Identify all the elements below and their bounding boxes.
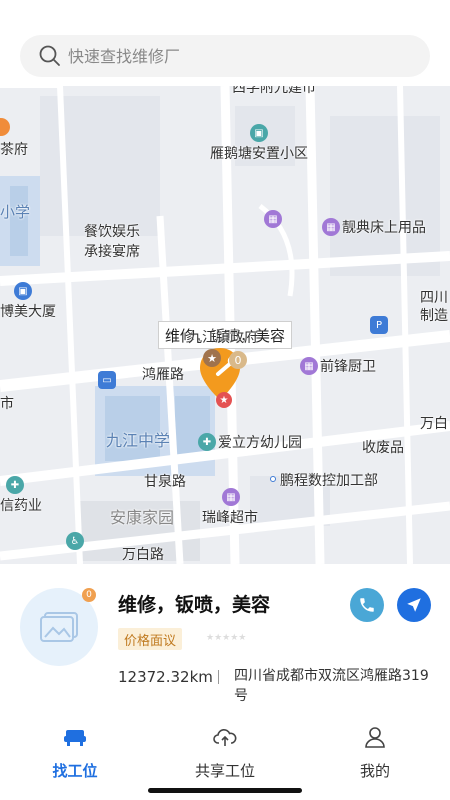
map-label: 雁鹅塘安置小区: [210, 146, 308, 162]
map-label: 餐饮娱乐: [84, 224, 140, 240]
call-button[interactable]: [350, 588, 384, 622]
phone-icon: [360, 598, 374, 612]
map-label: 收废品: [362, 440, 404, 456]
pharmacy-poi-icon: ✚: [6, 476, 24, 494]
search-header: [0, 0, 450, 86]
map-label: 西学附九建市: [232, 86, 316, 96]
pin-count-badge: 0: [229, 351, 247, 369]
price-tag: 价格面议: [118, 628, 183, 650]
navigate-button[interactable]: [397, 588, 431, 622]
navigation-arrow-icon: [407, 598, 421, 612]
distance-text: 12372.32km: [118, 668, 213, 686]
address-text: 四川省成都市双流区鸿雁路319号: [234, 668, 429, 704]
tab-mine[interactable]: 我的: [300, 720, 450, 800]
map-label: 九江镇政府: [188, 330, 258, 346]
map-label: 九江中学: [106, 431, 171, 450]
map-label: 鸿雁路: [142, 367, 184, 383]
map-label: 万白: [420, 416, 448, 432]
map-label: 万白路: [122, 547, 164, 563]
tab-find-station[interactable]: 找工位: [0, 720, 150, 800]
map-label: 甘泉路: [144, 474, 186, 490]
app-screen: 西学附九建市 茶府 ▣ 雁鹅塘安置小区 小学 餐饮娱乐 承接宴席 ▦ ▦ 靓典床…: [0, 0, 450, 800]
map-label: 鹏程数控加工部: [280, 473, 378, 489]
image-count-badge: 0: [82, 588, 96, 602]
map-label: 承接宴席: [84, 244, 140, 260]
tab-label: 找工位: [52, 762, 98, 780]
kindergarten-poi-icon: ✚: [198, 433, 216, 451]
parking-icon: P: [370, 316, 388, 334]
station-icon: [64, 730, 86, 746]
rating-stars: ★★★★★: [206, 633, 247, 643]
shop-poi-icon: ▦: [322, 218, 340, 236]
map-label: 博美大厦: [0, 304, 56, 320]
map-label: 爱立方幼儿园: [218, 435, 302, 451]
government-marker-icon: ★: [216, 392, 232, 408]
search-input[interactable]: [68, 46, 398, 66]
building-poi-icon: ▣: [14, 282, 32, 300]
svg-text:★: ★: [207, 352, 217, 365]
cloud-upload-icon: [213, 729, 237, 746]
map-label: 四川: [420, 290, 448, 306]
search-bar[interactable]: [20, 35, 430, 77]
map-label: 茶府: [0, 142, 28, 158]
image-placeholder-icon: [40, 612, 78, 642]
shop-info-card[interactable]: 0 维修，钣喷，美容 价格面议 ★★★★★ 12372.32km 四川省成都市双…: [0, 564, 450, 724]
map-view[interactable]: 西学附九建市 茶府 ▣ 雁鹅塘安置小区 小学 餐饮娱乐 承接宴席 ▦ ▦ 靓典床…: [0, 86, 450, 564]
map-label: 安康家园: [110, 508, 175, 527]
map-label: 靓典床上用品: [342, 220, 426, 236]
restroom-poi-icon: ♿: [66, 532, 84, 550]
building-poi-icon: ▣: [250, 124, 268, 142]
shop-poi-icon: ▦: [222, 488, 240, 506]
tab-label: 共享工位: [194, 762, 255, 780]
tab-label: 我的: [359, 762, 390, 780]
shop-poi-icon: ▦: [264, 210, 282, 228]
map-label: 小学: [0, 203, 31, 221]
divider: [218, 670, 219, 684]
map-label: 制造: [420, 308, 448, 324]
location-dot-icon: [270, 476, 276, 482]
search-icon: [39, 45, 60, 66]
map-label: 瑞峰超市: [202, 510, 258, 526]
user-icon: [365, 727, 385, 748]
map-label: 市: [0, 396, 14, 412]
home-indicator: [148, 788, 302, 793]
map-label: 信药业: [0, 498, 42, 514]
shop-name: 维修，钣喷，美容: [118, 594, 271, 616]
shop-poi-icon: ▦: [300, 357, 318, 375]
bus-stop-icon: ▭: [98, 371, 116, 389]
map-label: 前锋厨卫: [320, 359, 376, 375]
